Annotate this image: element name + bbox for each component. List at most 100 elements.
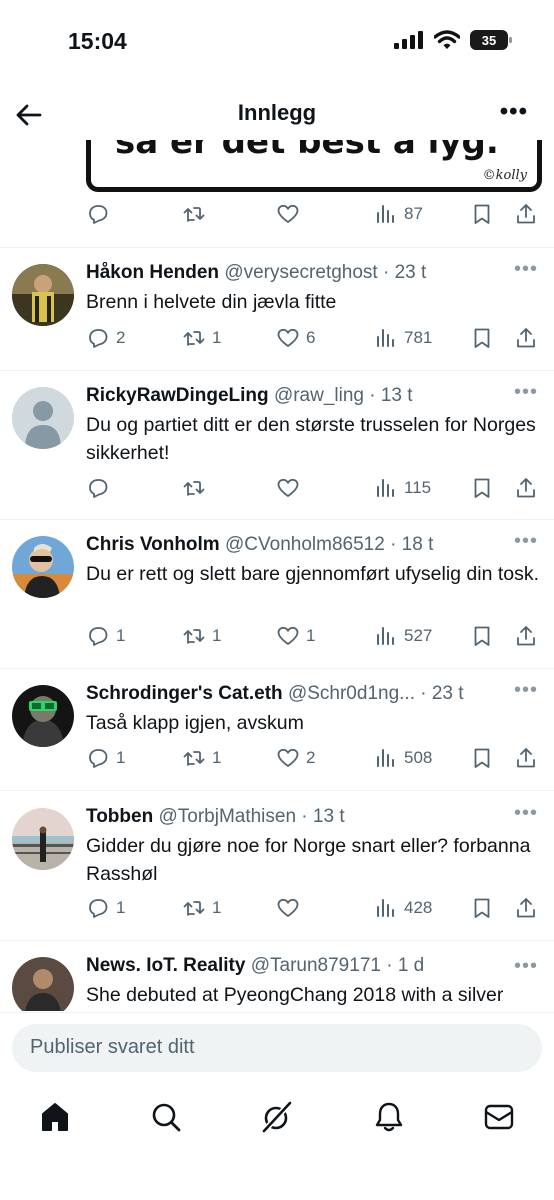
share-icon [517,478,535,498]
bookmark-icon [474,328,490,348]
retweet-count: 1 [212,748,222,767]
retweet-button[interactable] [182,476,212,500]
retweet-button[interactable]: 1 [182,896,221,920]
avatar[interactable] [12,685,74,747]
divider [0,370,554,371]
like-button[interactable] [276,202,300,226]
bookmark-icon [474,898,490,918]
reply-button[interactable]: 2 [86,326,125,350]
like-count: 2 [306,748,316,767]
views-button[interactable]: 87 [374,202,423,226]
reply-input[interactable]: Publiser svaret ditt [12,1024,542,1072]
share-icon [517,204,535,224]
status-time: 15:04 [68,28,127,54]
reply-count: 1 [116,626,126,645]
tweet-more-button[interactable]: ••• [514,381,538,404]
tweet-more-button[interactable]: ••• [514,802,538,825]
bookmark-icon [474,478,490,498]
retweet-count: 1 [212,328,222,347]
retweet-button[interactable]: 1 [182,326,221,350]
reply-button[interactable]: 1 [86,746,125,770]
home-icon[interactable] [38,1100,72,1134]
tweet-more-button[interactable]: ••• [514,530,538,553]
bookmark-button[interactable] [470,476,494,500]
retweet-button[interactable]: 1 [182,624,221,648]
tweet-more-button[interactable]: ••• [514,258,538,281]
share-button[interactable] [514,202,538,226]
like-count: 6 [306,328,316,347]
views-count: 115 [404,478,432,497]
notifications-icon[interactable] [372,1100,406,1134]
avatar[interactable] [12,264,74,326]
page-title: Innlegg [237,100,317,125]
share-button[interactable] [514,476,538,500]
views-button[interactable]: 115 [374,476,431,500]
reply-button[interactable] [86,202,110,226]
battery-icon: 35 [470,30,512,50]
heart-icon [277,478,299,497]
heart-icon [277,204,299,223]
avatar[interactable] [12,957,74,1011]
views-icon [377,205,394,223]
views-button[interactable]: 527 [374,624,432,648]
reply-icon [89,205,108,224]
avatar[interactable] [12,536,74,598]
like-button[interactable]: 1 [276,624,315,648]
author-name[interactable]: Schrodinger's Cat.eth [86,683,283,704]
reply-button[interactable]: 1 [86,624,125,648]
default-avatar[interactable] [12,387,74,449]
like-button[interactable] [276,896,306,920]
more-options-button[interactable]: ••• [500,98,528,126]
like-button[interactable] [276,476,306,500]
grok-icon[interactable] [260,1100,294,1134]
messages-icon[interactable] [482,1100,516,1134]
reply-count: 2 [116,328,126,347]
views-button[interactable]: 508 [374,746,432,770]
search-icon[interactable] [149,1100,183,1134]
bookmark-button[interactable] [470,896,494,920]
author-name[interactable]: RickyRawDingeLing [86,385,269,406]
wifi-icon [434,30,460,49]
retweet-button[interactable]: 1 [182,746,221,770]
post-image[interactable]: så er det best å lyg. ©kolly [86,140,542,192]
bookmark-button[interactable] [470,624,494,648]
author-handle: @raw_ling · 13 t [273,385,413,406]
share-icon [517,898,535,918]
avatar[interactable] [12,808,74,870]
retweet-button[interactable] [182,202,206,226]
reply-tweet[interactable]: News. IoT. Reality @Tarun879171 · 1 d ••… [0,955,554,1011]
share-button[interactable] [514,624,538,648]
reply-button[interactable] [86,476,116,500]
views-icon [377,329,394,347]
reply-button[interactable]: 1 [86,896,125,920]
bookmark-button[interactable] [470,202,494,226]
reply-icon [89,627,108,646]
author-name[interactable]: Tobben [86,806,153,827]
like-button[interactable]: 2 [276,746,315,770]
tweet-text: Du er rett og slett bare gjennomført ufy… [86,563,540,585]
tweet-text: Gidder du gjøre noe for Norge snart elle… [86,835,531,885]
retweet-icon [183,751,205,766]
share-icon [517,328,535,348]
reply-count: 1 [116,748,126,767]
tweet-more-button[interactable]: ••• [514,679,538,702]
views-button[interactable]: 428 [374,896,432,920]
bookmark-button[interactable] [470,326,494,350]
share-button[interactable] [514,746,538,770]
bookmark-icon [474,626,490,646]
share-button[interactable] [514,326,538,350]
divider [0,247,554,248]
like-count: 1 [306,626,316,645]
author-name[interactable]: News. IoT. Reality [86,955,245,976]
tweet-header: Tobben @TorbjMathisen · 13 t [86,806,506,828]
author-handle: @TorbjMathisen · 13 t [158,806,345,827]
tweet-more-button[interactable]: ••• [514,955,538,978]
author-handle: @verysecretghost · 23 t [224,262,427,283]
author-name[interactable]: Håkon Henden [86,262,219,283]
author-name[interactable]: Chris Vonholm [86,534,220,555]
views-button[interactable]: 781 [374,326,432,350]
share-button[interactable] [514,896,538,920]
retweet-icon [183,331,205,346]
bookmark-button[interactable] [470,746,494,770]
like-button[interactable]: 6 [276,326,315,350]
